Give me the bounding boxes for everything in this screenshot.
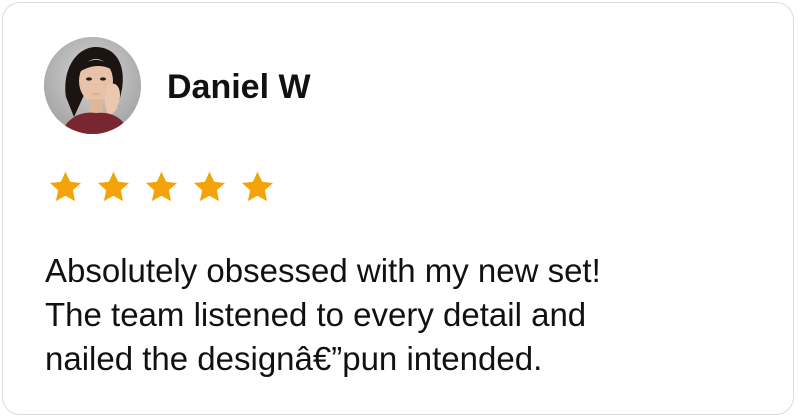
star-icon — [95, 169, 132, 205]
review-text-line: nailed the designâ€”pun intended. — [45, 340, 543, 377]
star-icon — [143, 169, 180, 205]
avatar — [44, 37, 141, 134]
star-icon — [239, 169, 276, 205]
star-icon — [47, 169, 84, 205]
star-rating — [47, 169, 276, 205]
star-icon — [191, 169, 228, 205]
review-text: Absolutely obsessed with my new set! The… — [45, 249, 765, 381]
reviewer-name: Daniel W — [167, 68, 311, 106]
review-card: Daniel W Absolutely obsessed with my new… — [2, 2, 794, 415]
review-text-line: The team listened to every detail and — [45, 296, 587, 333]
review-text-line: Absolutely obsessed with my new set! — [45, 252, 601, 289]
